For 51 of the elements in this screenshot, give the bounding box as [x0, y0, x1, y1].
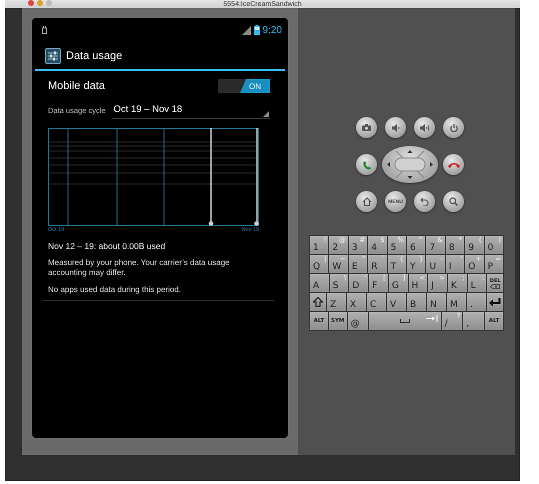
power-icon	[450, 124, 458, 132]
shift-arrow-icon	[313, 297, 323, 307]
cycle-dropdown[interactable]: Oct 19 – Nov 18	[112, 102, 270, 118]
enter-key[interactable]	[487, 293, 503, 311]
keyboard-key[interactable]: .	[467, 293, 486, 311]
search-button[interactable]	[443, 191, 464, 212]
signal-icon	[242, 26, 251, 34]
battery-icon	[254, 25, 260, 35]
tab-arrow-icon	[426, 315, 438, 322]
backspace-icon	[490, 284, 500, 288]
phone-handset-icon	[362, 160, 372, 170]
camera-icon	[362, 124, 371, 131]
volume-down-button[interactable]	[385, 117, 406, 138]
keyboard-key[interactable]: M	[447, 293, 466, 311]
keyboard-key[interactable]: A	[310, 274, 329, 292]
volume-up-button[interactable]	[414, 117, 435, 138]
home-button[interactable]	[356, 191, 377, 212]
mobile-data-label: Mobile data	[48, 80, 106, 92]
keyboard-key[interactable]: ,	[463, 312, 484, 330]
phone-hangup-icon	[448, 162, 460, 168]
call-button[interactable]	[356, 154, 377, 175]
directional-pad[interactable]	[382, 146, 438, 183]
back-button[interactable]	[414, 191, 435, 212]
notification-icon	[42, 26, 47, 34]
end-call-button[interactable]	[443, 154, 464, 175]
close-icon[interactable]	[28, 0, 34, 6]
empty-message: No apps used data during this period.	[48, 285, 182, 294]
enter-arrow-icon	[489, 298, 501, 306]
search-icon	[449, 197, 458, 206]
measurement-note: Measured by your phone. Your carrier’s data usage accounting may differ.	[48, 258, 231, 278]
keyboard-key[interactable]: @	[348, 312, 368, 330]
speaker-loud-icon	[420, 124, 430, 132]
keyboard-key[interactable]: C	[367, 293, 386, 311]
back-arrow-icon	[420, 197, 429, 206]
shift-key[interactable]	[310, 293, 326, 311]
settings-sliders-icon	[45, 48, 61, 64]
power-button[interactable]	[443, 117, 464, 138]
clock-time: 9:20	[262, 24, 282, 36]
mobile-data-switch[interactable]: ON	[218, 79, 270, 93]
space-bar-icon	[400, 319, 410, 323]
screen-title: Data usage	[66, 50, 122, 62]
keyboard-key[interactable]: V	[387, 293, 406, 311]
keyboard-key[interactable]: Z	[327, 293, 346, 311]
dropdown-corner-icon	[263, 110, 269, 116]
usage-summary: Nov 12 – 19: about 0.00B used	[48, 241, 166, 251]
keyboard-key[interactable]: B	[407, 293, 426, 311]
keyboard-key[interactable]: X	[347, 293, 366, 311]
camera-button[interactable]	[356, 117, 377, 138]
keyboard-key[interactable]: N	[427, 293, 446, 311]
home-icon	[362, 197, 372, 206]
speaker-icon	[392, 124, 400, 132]
